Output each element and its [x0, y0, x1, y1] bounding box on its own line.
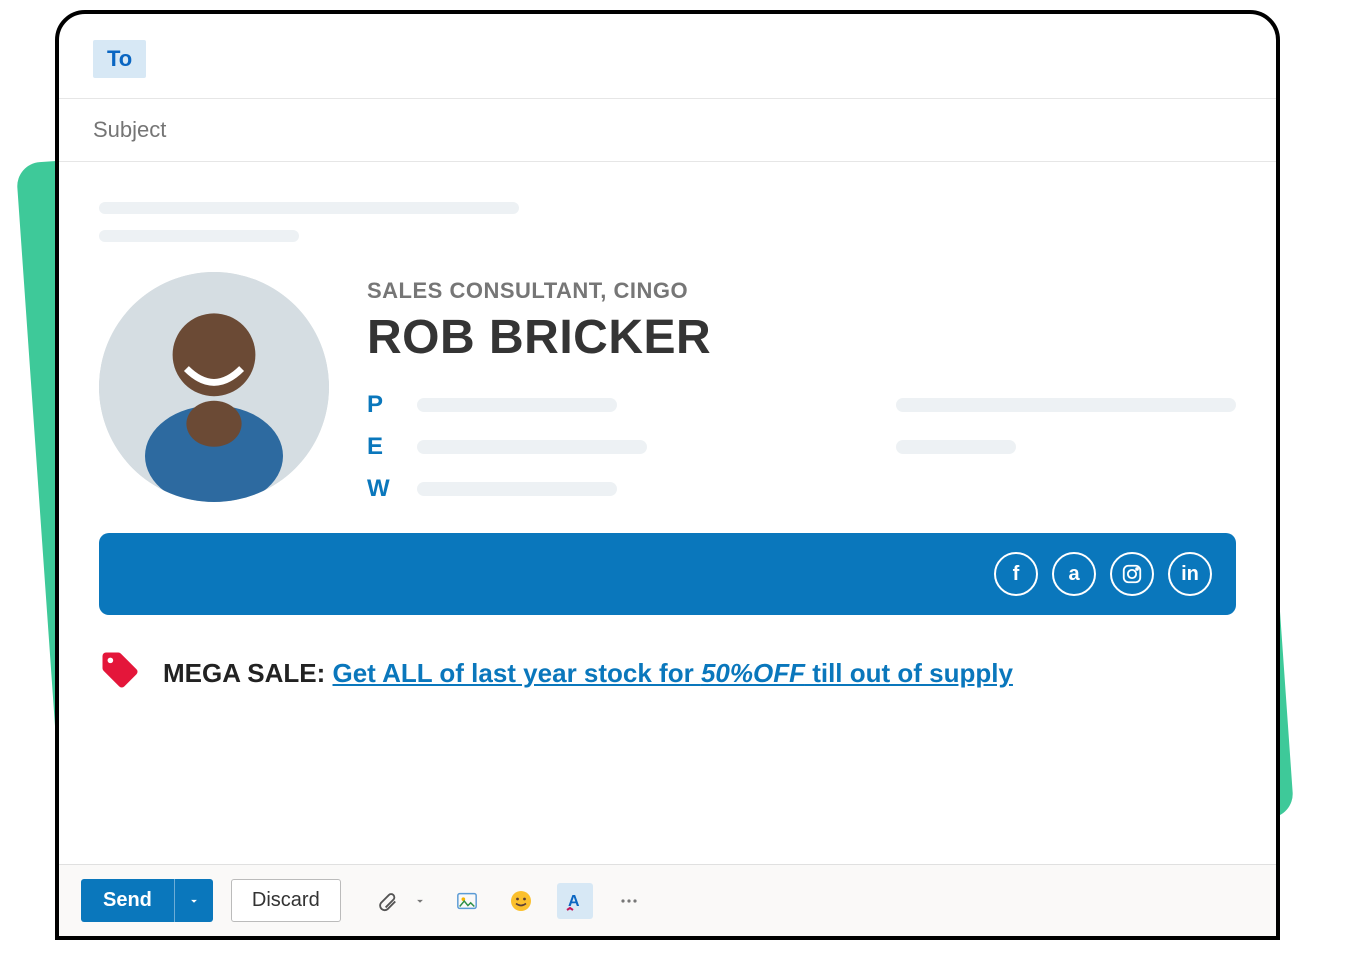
to-button[interactable]: To — [93, 40, 146, 78]
contact-key-web: W — [367, 475, 395, 503]
message-body[interactable]: SALES CONSULTANT, CINGO ROB BRICKER P E — [59, 162, 1276, 864]
email-signature: SALES CONSULTANT, CINGO ROB BRICKER P E — [99, 272, 1236, 503]
contact-row-email: E — [367, 433, 1236, 461]
to-field-row[interactable]: To — [59, 14, 1276, 99]
linkedin-icon[interactable]: in — [1168, 552, 1212, 596]
contact-value-placeholder — [417, 482, 617, 496]
body-placeholder-line — [99, 202, 519, 214]
attach-group — [369, 883, 431, 919]
emoji-icon[interactable] — [503, 883, 539, 919]
send-button-group: Send — [81, 879, 213, 922]
contact-key-email: E — [367, 433, 395, 461]
amazon-icon[interactable]: a — [1052, 552, 1096, 596]
compose-toolbar: Send Discard A — [59, 864, 1276, 936]
signature-name: ROB BRICKER — [367, 310, 1236, 365]
contact-value-placeholder — [417, 440, 647, 454]
send-button[interactable]: Send — [81, 879, 174, 922]
subject-input[interactable] — [93, 117, 1242, 143]
promo-banner: MEGA SALE: Get ALL of last year stock fo… — [99, 649, 1236, 698]
chevron-down-icon — [187, 894, 201, 908]
chevron-down-icon — [413, 894, 427, 908]
facebook-icon[interactable]: f — [994, 552, 1038, 596]
contact-value-placeholder — [896, 440, 1016, 454]
insert-image-icon[interactable] — [449, 883, 485, 919]
contact-value-placeholder — [896, 398, 1236, 412]
font-format-icon[interactable]: A — [557, 883, 593, 919]
avatar — [99, 272, 329, 502]
contact-value-placeholder — [417, 398, 617, 412]
contact-key-phone: P — [367, 391, 395, 419]
social-links-bar: f a in — [99, 533, 1236, 615]
attach-dropdown-icon[interactable] — [409, 883, 431, 919]
body-placeholder-line — [99, 230, 299, 242]
promo-link[interactable]: Get ALL of last year stock for 50%OFF ti… — [333, 658, 1013, 688]
promo-label: MEGA SALE: — [163, 658, 325, 688]
attach-icon[interactable] — [369, 883, 405, 919]
signature-text-block: SALES CONSULTANT, CINGO ROB BRICKER P E — [367, 272, 1236, 503]
subject-row — [59, 99, 1276, 162]
contact-row-phone: P — [367, 391, 1236, 419]
signature-job-title: SALES CONSULTANT, CINGO — [367, 278, 1236, 304]
price-tag-icon — [99, 649, 141, 698]
more-options-icon[interactable] — [611, 883, 647, 919]
instagram-icon[interactable] — [1110, 552, 1154, 596]
send-dropdown[interactable] — [174, 879, 213, 922]
discard-button[interactable]: Discard — [231, 879, 341, 922]
compose-window: To SALES CONSULTANT, CING — [55, 10, 1280, 940]
contact-row-web: W — [367, 475, 1236, 503]
